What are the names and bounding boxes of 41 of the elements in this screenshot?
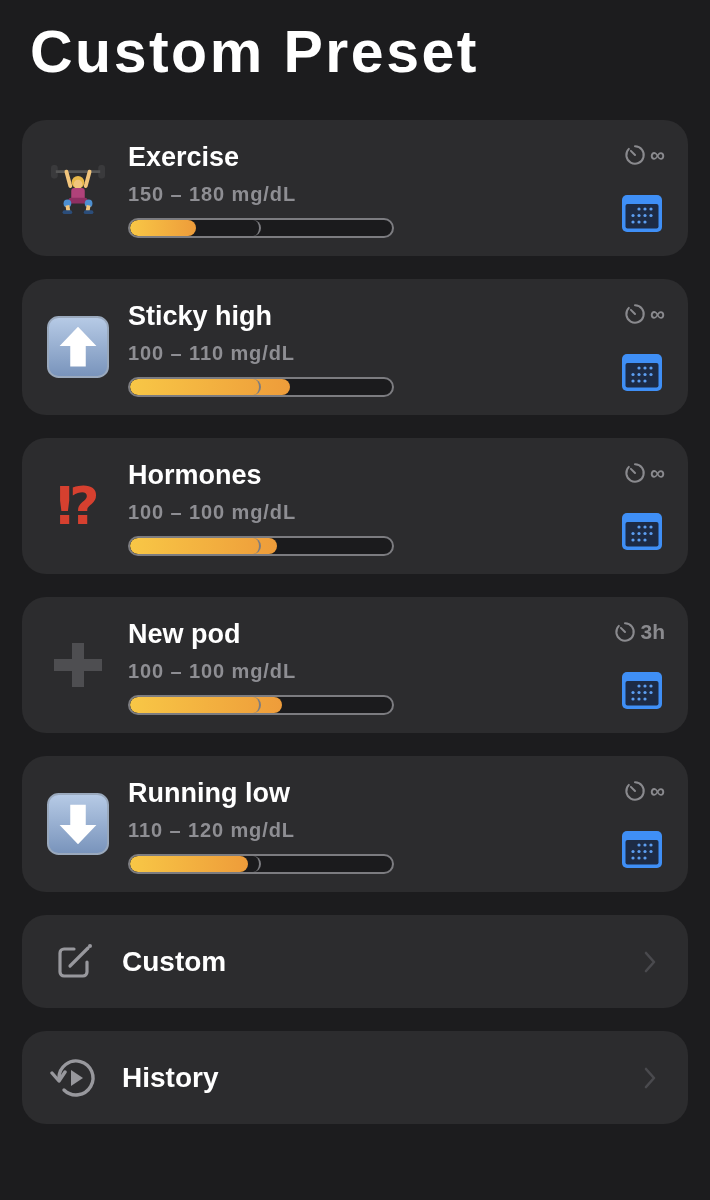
menu-row[interactable]: History (22, 1031, 688, 1124)
duration-text: ∞ (650, 460, 665, 486)
glucose-range: 100 – 100 mg/dL (128, 500, 298, 524)
preset-name: Sticky high (128, 300, 274, 333)
calendar-icon[interactable] (622, 354, 662, 391)
preset-card[interactable]: ⁉ Hormones 100 – 100 mg/dL ∞ (22, 438, 688, 574)
preset-name: New pod (128, 618, 242, 651)
preset-name: Exercise (128, 141, 241, 174)
calendar-icon[interactable] (622, 672, 662, 709)
history-icon (50, 1056, 98, 1099)
preset-card[interactable]: Sticky high 100 – 110 mg/dL ∞ (22, 279, 688, 415)
weightlifter-icon (51, 162, 105, 216)
glucose-range: 100 – 110 mg/dL (128, 341, 296, 365)
preset-card[interactable]: Exercise 150 – 180 mg/dL ∞ (22, 120, 688, 256)
duration-text: ∞ (650, 301, 665, 327)
calendar-icon[interactable] (622, 831, 662, 868)
timer-icon (624, 144, 646, 166)
timer-icon (624, 780, 646, 802)
row-label: Custom (122, 944, 228, 979)
interrobang-icon: ⁉ (56, 476, 100, 536)
duration-text: 3h (640, 619, 665, 645)
page-title: Custom Preset (30, 18, 480, 87)
preset-name: Hormones (128, 459, 263, 492)
preset-card[interactable]: New pod 100 – 100 mg/dL 3h (22, 597, 688, 733)
timer-icon (624, 303, 646, 325)
timer-icon (614, 621, 637, 643)
preset-card[interactable]: Running low 110 – 120 mg/dL ∞ (22, 756, 688, 892)
timer-icon (624, 462, 646, 484)
calendar-icon[interactable] (622, 513, 662, 550)
glucose-range: 100 – 100 mg/dL (128, 659, 298, 683)
chevron-icon (644, 1066, 656, 1089)
duration-text: ∞ (650, 778, 665, 804)
duration-text: ∞ (650, 142, 665, 168)
glucose-range: 110 – 120 mg/dL (128, 818, 296, 842)
plus-icon (54, 643, 102, 687)
menu-row[interactable]: Custom (22, 915, 688, 1008)
chevron-icon (644, 950, 656, 973)
glucose-range: 150 – 180 mg/dL (128, 182, 298, 206)
calendar-icon[interactable] (622, 195, 662, 232)
preset-name: Running low (128, 777, 291, 810)
row-label: History (122, 1060, 220, 1095)
